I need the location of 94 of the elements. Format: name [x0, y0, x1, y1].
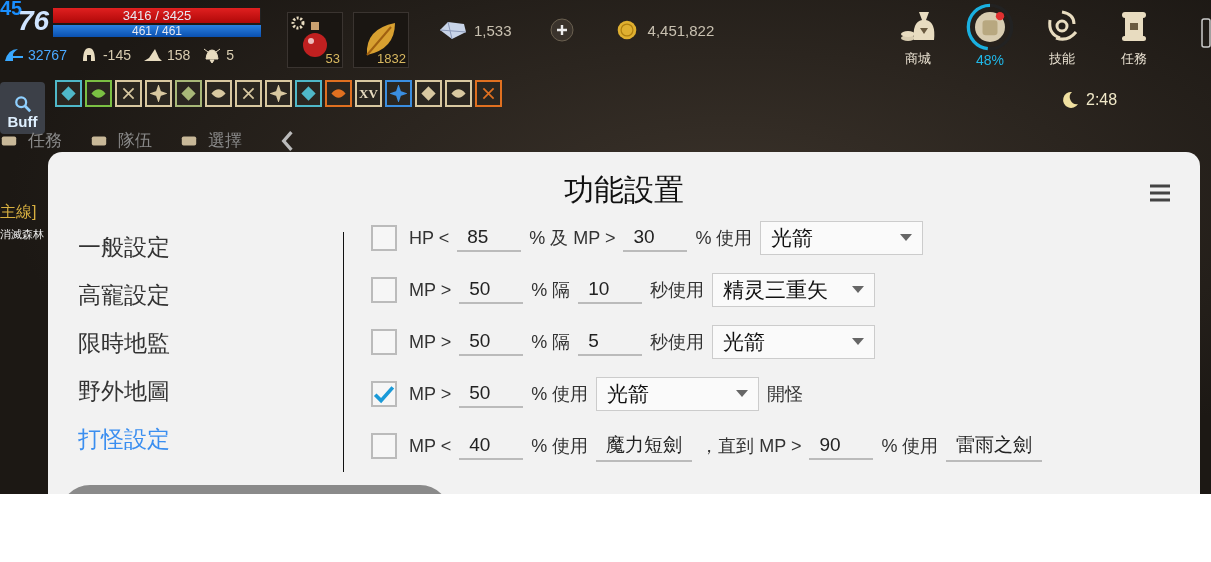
rule-label: HP <	[409, 227, 450, 249]
buff-icon[interactable]	[295, 80, 322, 107]
clock-time: 2:48	[1086, 91, 1118, 109]
currency-amount: 1,533	[474, 21, 512, 39]
skill-dropdown[interactable]: 光箭	[712, 325, 876, 359]
side-tab[interactable]: 隊伍	[118, 129, 152, 152]
checkbox[interactable]	[371, 381, 397, 407]
wing-icon	[4, 47, 24, 63]
hp-bar: 3416 / 3425	[53, 8, 261, 23]
stat-value: 158	[166, 47, 191, 63]
number-field[interactable]: 30	[623, 224, 688, 252]
checkbox[interactable]	[371, 329, 397, 355]
skill-dropdown[interactable]: 精灵三重矢	[712, 273, 876, 307]
bag-icon[interactable]	[965, 2, 1015, 52]
number-field[interactable]: 90	[809, 432, 874, 460]
rule-label: 秒使用	[650, 331, 705, 354]
buff-icon[interactable]	[205, 80, 232, 107]
buff-icon[interactable]	[115, 80, 142, 107]
rule-label: % 隔	[531, 331, 571, 354]
number-field[interactable]: 5	[578, 328, 643, 356]
settings-nav-item[interactable]: 限時地監	[48, 319, 170, 367]
buff-icon[interactable]	[235, 80, 262, 107]
stat-value: -145	[102, 47, 131, 63]
quest-tag[interactable]: 主線]	[0, 202, 44, 223]
caret-icon	[852, 286, 865, 294]
menu-label[interactable]: 任務	[1121, 50, 1147, 68]
rule-label: 秒使用	[650, 279, 705, 302]
menu-label[interactable]: 48%	[976, 52, 1004, 68]
quest-objective[interactable]: 消滅森林	[0, 227, 44, 242]
rule-label: % 使用	[881, 435, 939, 458]
stat-value: 5	[226, 47, 235, 63]
crystal-icon	[438, 19, 468, 41]
buff-icon[interactable]	[265, 80, 292, 107]
search-icon	[13, 95, 32, 113]
leaf-slot[interactable]: 1832	[353, 12, 409, 68]
caret-icon	[736, 390, 749, 398]
buff-icon[interactable]	[145, 80, 172, 107]
hat-icon	[142, 47, 163, 63]
buff-icon[interactable]	[55, 80, 82, 107]
settings-nav-item[interactable]: 高寵設定	[48, 271, 170, 319]
rule-label: % 使用	[531, 383, 589, 406]
number-field[interactable]: 40	[459, 432, 524, 460]
buff-icon[interactable]	[475, 80, 502, 107]
buff-icon[interactable]	[85, 80, 112, 107]
rule-label: MP <	[409, 435, 452, 457]
rule-label: ，直到 MP >	[700, 435, 802, 458]
gear-icon[interactable]	[290, 15, 306, 31]
menu-icon[interactable]	[1148, 183, 1172, 203]
rule-label: 開怪	[767, 383, 804, 406]
rule-label: MP >	[409, 331, 452, 353]
buff-icon[interactable]: XV	[355, 80, 382, 107]
buff-icon[interactable]	[175, 80, 202, 107]
number-field[interactable]: 50	[459, 328, 524, 356]
side-tab[interactable]: 選擇	[208, 129, 242, 152]
moon-icon	[1060, 90, 1080, 110]
number-field[interactable]: 50	[459, 276, 524, 304]
item-count: 53	[325, 51, 340, 66]
potion-slot[interactable]: 53	[287, 12, 343, 68]
panel-title: 功能設置	[564, 171, 684, 208]
rule-label: MP >	[409, 383, 452, 405]
checkbox[interactable]	[371, 277, 397, 303]
mp-bar: 461 / 461	[53, 25, 261, 37]
skill-dropdown[interactable]: 光箭	[760, 221, 924, 255]
buff-icon[interactable]	[325, 80, 352, 107]
caret-icon	[852, 338, 865, 346]
settings-nav-item[interactable]: 一般設定	[48, 223, 170, 271]
skill-field[interactable]: 魔力短劍	[596, 430, 693, 462]
number-field[interactable]: 50	[459, 380, 524, 408]
rule-label: MP >	[409, 279, 452, 301]
caret-icon	[900, 234, 913, 242]
rule-label: % 隔	[531, 279, 571, 302]
item-count: 1832	[377, 51, 406, 66]
plus-icon[interactable]	[549, 18, 574, 42]
buff-button[interactable]: Buff	[0, 82, 45, 134]
buff-icon[interactable]	[445, 80, 472, 107]
currency-amount: 4,451,822	[647, 21, 715, 39]
skill-field[interactable]: 雷雨之劍	[946, 430, 1043, 462]
rule-label: % 使用	[695, 227, 753, 250]
menu-label[interactable]: 商城	[905, 50, 931, 68]
menu-label[interactable]: 技能	[1049, 50, 1075, 68]
number-field[interactable]: 85	[457, 224, 522, 252]
side-handle-icon[interactable]	[1201, 18, 1211, 48]
checkbox[interactable]	[371, 225, 397, 251]
buff-icon[interactable]	[415, 80, 442, 107]
buff-icon[interactable]	[385, 80, 412, 107]
checkbox[interactable]	[371, 433, 397, 459]
rule-label: % 及 MP >	[529, 227, 616, 250]
rule-label: % 使用	[531, 435, 589, 458]
stat-value: 32767	[28, 47, 67, 63]
skill-dropdown[interactable]: 光箭	[596, 377, 760, 411]
bell-icon	[202, 47, 223, 63]
settings-nav-item[interactable]: 野外地圖	[48, 367, 170, 415]
number-field[interactable]: 10	[578, 276, 643, 304]
chevron-left-icon[interactable]	[280, 129, 294, 152]
